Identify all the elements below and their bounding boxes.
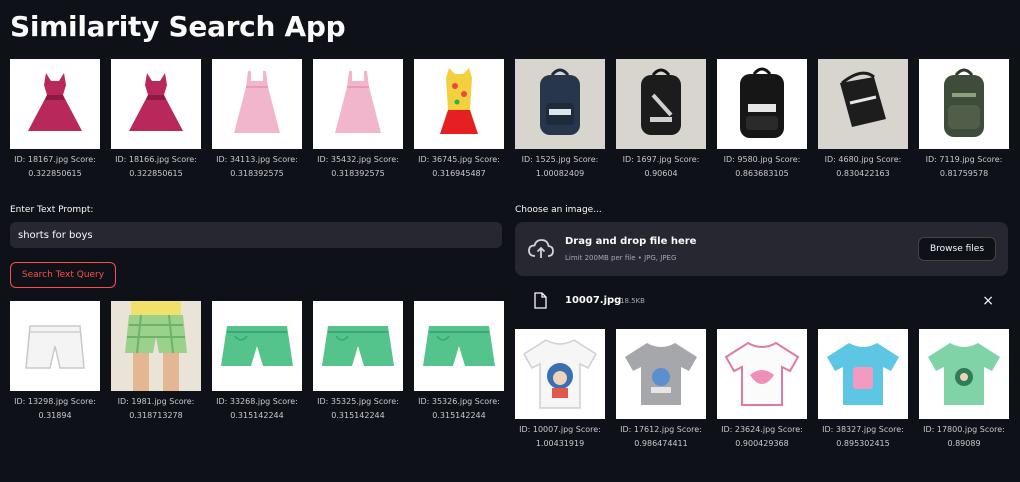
- result-image: [919, 329, 1009, 419]
- result-image: [111, 59, 201, 149]
- result-caption: ID: 13298.jpg Score: 0.31894: [14, 397, 96, 420]
- white-shorts-icon: [25, 325, 85, 369]
- text-result-card: ID: 35325.jpg Score: 0.315142244: [313, 301, 403, 423]
- dropzone-limit: Limit 200MB per file • JPG, JPEG: [565, 254, 677, 262]
- cloud-upload-icon: [528, 239, 554, 258]
- result-caption: ID: 36745.jpg Score: 0.316945487: [418, 155, 500, 178]
- image-result-card: ID: 23624.jpg Score: 0.900429368: [717, 329, 807, 451]
- result-caption: ID: 38327.jpg Score: 0.895302415: [822, 425, 904, 448]
- white-printed-tshirt-icon: [522, 339, 598, 409]
- green-shorts-icon: [221, 326, 293, 366]
- result-card: ID: 35432.jpg Score: 0.318392575: [313, 59, 403, 181]
- result-caption: ID: 4680.jpg Score: 0.830422163: [824, 155, 902, 178]
- image-upload-label: Choose an image...: [515, 205, 602, 215]
- light-pink-dress-icon: [335, 71, 381, 133]
- file-icon: [534, 292, 547, 309]
- grey-printed-tshirt-icon: [625, 343, 697, 405]
- result-image: [313, 301, 403, 391]
- result-caption: ID: 33268.jpg Score: 0.315142244: [216, 397, 298, 420]
- uploaded-file-row: 10007.jpg 18.5KB ×: [530, 292, 998, 310]
- result-card: ID: 36745.jpg Score: 0.316945487: [414, 59, 504, 181]
- image-result-card: ID: 38327.jpg Score: 0.895302415: [818, 329, 908, 451]
- result-image: [717, 59, 807, 149]
- result-caption: ID: 17612.jpg Score: 0.986474411: [620, 425, 702, 448]
- black-puma-backpack-icon: [641, 68, 681, 135]
- result-image: [616, 59, 706, 149]
- text-prompt-input[interactable]: [10, 222, 502, 248]
- result-image: [111, 301, 201, 391]
- result-image: [212, 301, 302, 391]
- result-image: [414, 301, 504, 391]
- text-result-card: ID: 35326.jpg Score: 0.315142244: [414, 301, 504, 423]
- result-card: ID: 4680.jpg Score: 0.830422163: [818, 59, 908, 181]
- file-dropzone[interactable]: Drag and drop file here Limit 200MB per …: [515, 222, 1008, 276]
- result-image: [212, 59, 302, 149]
- result-card: ID: 34113.jpg Score: 0.318392575: [212, 59, 302, 181]
- result-image: [10, 301, 100, 391]
- result-caption: ID: 10007.jpg Score: 1.00431919: [519, 425, 601, 448]
- white-pink-tshirt-icon: [724, 341, 800, 406]
- navy-puma-backpack-icon: [540, 68, 580, 135]
- result-image: [818, 59, 908, 149]
- text-result-card: ID: 1981.jpg Score: 0.318713278: [111, 301, 201, 423]
- app-title: Similarity Search App: [10, 10, 346, 43]
- result-image: [616, 329, 706, 419]
- result-image: [818, 329, 908, 419]
- result-caption: ID: 7119.jpg Score: 0.81759578: [925, 155, 1003, 178]
- result-caption: ID: 17800.jpg Score: 0.89089: [923, 425, 1005, 448]
- result-image: [919, 59, 1009, 149]
- result-caption: ID: 18166.jpg Score: 0.322850615: [115, 155, 197, 178]
- remove-file-icon[interactable]: ×: [982, 293, 994, 309]
- result-image: [313, 59, 403, 149]
- printed-red-dress-icon: [440, 68, 478, 134]
- black-adidas-bag-icon: [840, 71, 886, 127]
- green-check-shorts-model-icon: [125, 301, 187, 391]
- result-card: ID: 9580.jpg Score: 0.863683105: [717, 59, 807, 181]
- result-card: ID: 1525.jpg Score: 1.00082409: [515, 59, 605, 181]
- result-caption: ID: 35326.jpg Score: 0.315142244: [418, 397, 500, 420]
- text-result-card: ID: 33268.jpg Score: 0.315142244: [212, 301, 302, 423]
- image-result-card: ID: 10007.jpg Score: 1.00431919: [515, 329, 605, 451]
- result-image: [515, 59, 605, 149]
- green-shorts-icon: [423, 326, 495, 366]
- result-caption: ID: 23624.jpg Score: 0.900429368: [721, 425, 803, 448]
- result-caption: ID: 9580.jpg Score: 0.863683105: [723, 155, 801, 178]
- text-result-card: ID: 13298.jpg Score: 0.31894: [10, 301, 100, 423]
- green-printed-tshirt-icon: [928, 343, 1000, 405]
- search-text-query-button[interactable]: Search Text Query: [10, 262, 116, 288]
- olive-backpack-icon: [944, 68, 984, 137]
- black-puma-backpack-icon: [740, 67, 784, 138]
- result-caption: ID: 35432.jpg Score: 0.318392575: [317, 155, 399, 178]
- result-card: ID: 18167.jpg Score: 0.322850615: [10, 59, 100, 181]
- result-image: [414, 59, 504, 149]
- text-prompt-label: Enter Text Prompt:: [10, 205, 94, 215]
- pink-party-dress-icon: [28, 73, 82, 131]
- uploaded-file-size: 18.5KB: [620, 297, 645, 305]
- result-card: ID: 7119.jpg Score: 0.81759578: [919, 59, 1009, 181]
- result-card: ID: 1697.jpg Score: 0.90604: [616, 59, 706, 181]
- browse-files-button[interactable]: Browse files: [918, 237, 996, 261]
- result-caption: ID: 1981.jpg Score: 0.318713278: [117, 397, 195, 420]
- result-card: ID: 18166.jpg Score: 0.322850615: [111, 59, 201, 181]
- result-image: [515, 329, 605, 419]
- pink-party-dress-icon: [129, 73, 183, 131]
- uploaded-file-name: 10007.jpg: [565, 295, 622, 306]
- dropzone-title: Drag and drop file here: [565, 236, 697, 247]
- blue-printed-tshirt-icon: [827, 343, 899, 405]
- result-image: [10, 59, 100, 149]
- result-caption: ID: 35325.jpg Score: 0.315142244: [317, 397, 399, 420]
- result-caption: ID: 18167.jpg Score: 0.322850615: [14, 155, 96, 178]
- light-pink-dress-icon: [234, 71, 280, 133]
- image-result-card: ID: 17612.jpg Score: 0.986474411: [616, 329, 706, 451]
- result-caption: ID: 1697.jpg Score: 0.90604: [622, 155, 700, 178]
- image-result-card: ID: 17800.jpg Score: 0.89089: [919, 329, 1009, 451]
- result-caption: ID: 34113.jpg Score: 0.318392575: [216, 155, 298, 178]
- result-caption: ID: 1525.jpg Score: 1.00082409: [521, 155, 599, 178]
- result-image: [717, 329, 807, 419]
- green-shorts-icon: [322, 326, 394, 366]
